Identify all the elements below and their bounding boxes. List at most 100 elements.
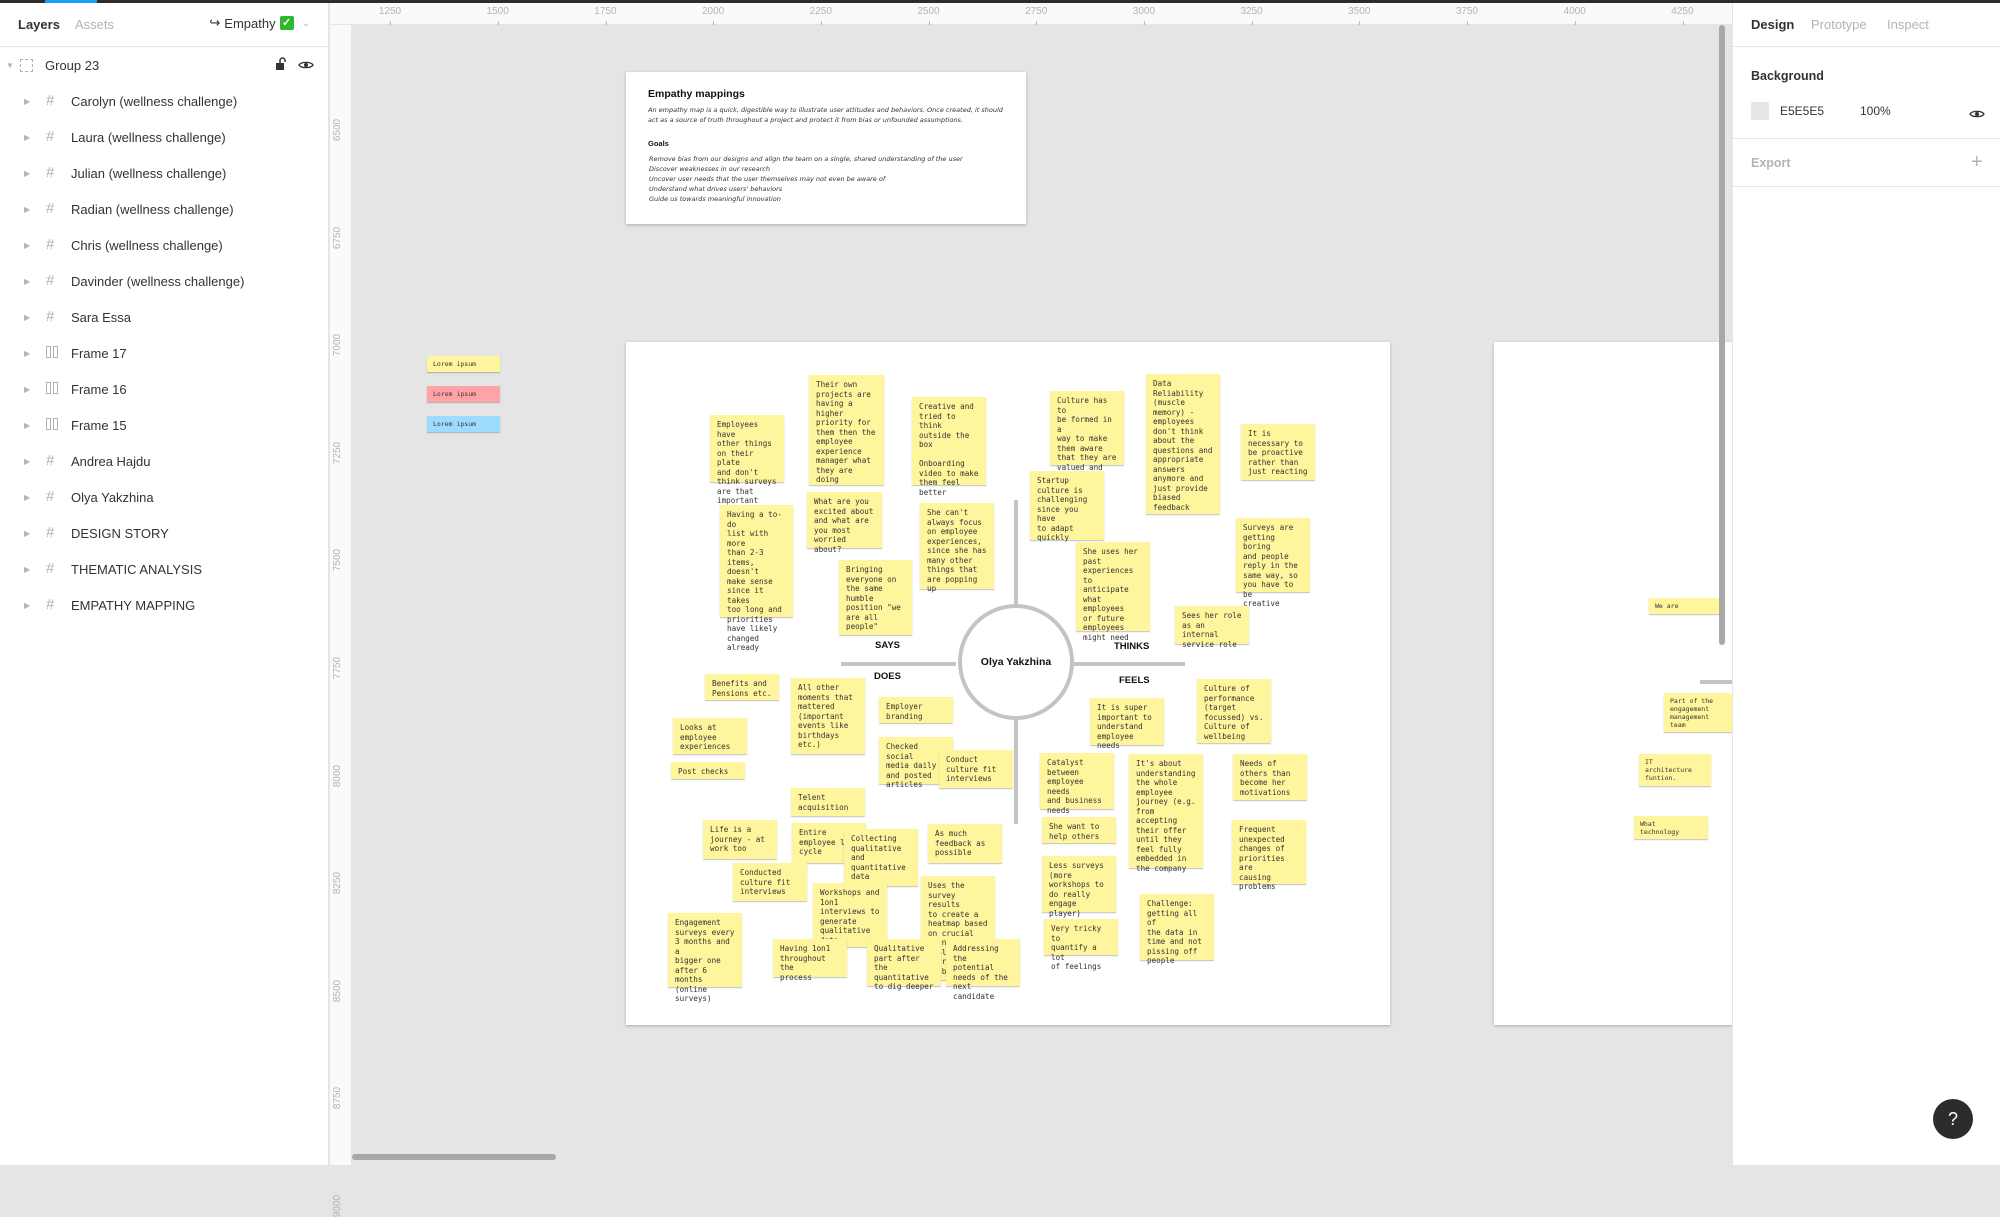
caret-right-icon[interactable]: ▶ bbox=[24, 457, 30, 466]
sticky-note[interactable]: Employer branding bbox=[879, 697, 953, 723]
layer-row[interactable]: ▶ # DESIGN STORY bbox=[0, 515, 328, 551]
unlock-icon[interactable] bbox=[276, 57, 288, 73]
layer-row[interactable]: ▶ # Chris (wellness challenge) bbox=[0, 227, 328, 263]
eye-icon[interactable] bbox=[1969, 106, 1985, 124]
sticky-note[interactable]: All other moments that mattered (importa… bbox=[791, 678, 865, 754]
sticky-note[interactable]: Startup culture is challenging since you… bbox=[1030, 471, 1104, 542]
sticky-note[interactable]: Conduct culture fit interviews bbox=[939, 750, 1013, 788]
caret-right-icon[interactable]: ▶ bbox=[24, 205, 30, 214]
sticky-note[interactable]: She can't always focus on employee exper… bbox=[920, 503, 994, 593]
background-swatch[interactable] bbox=[1751, 102, 1769, 120]
sticky-note[interactable]: Employees have other things on their pla… bbox=[710, 415, 784, 505]
page-switcher[interactable]: ↪ Empathy ✓ ⌄ bbox=[209, 15, 310, 31]
sticky-note[interactable]: Looks at employee experiences bbox=[673, 718, 747, 754]
caret-right-icon[interactable]: ▶ bbox=[24, 97, 30, 106]
sticky-note[interactable]: Having 1on1 throughout the process bbox=[773, 939, 847, 982]
legend-sticky-yellow[interactable]: Lorem ipsum bbox=[427, 356, 500, 372]
layer-row[interactable]: ▶ # Sara Essa bbox=[0, 299, 328, 335]
sticky-note[interactable]: Telent acquisition bbox=[791, 788, 865, 816]
caret-right-icon[interactable]: ▶ bbox=[24, 349, 30, 358]
layer-row[interactable]: ▶ # Olya Yakzhina bbox=[0, 479, 328, 515]
caret-down-icon[interactable]: ▼ bbox=[6, 61, 14, 70]
vertical-scrollbar[interactable] bbox=[1719, 25, 1725, 645]
sticky-note[interactable]: It is necessary to be proactive rather t… bbox=[1241, 424, 1315, 480]
sticky-note[interactable]: She want to help others bbox=[1042, 817, 1116, 843]
background-hex-input[interactable]: E5E5E5 bbox=[1780, 104, 1824, 118]
sticky-note[interactable]: Data Reliability (muscle memory) - emplo… bbox=[1146, 374, 1220, 514]
help-button[interactable]: ? bbox=[1933, 1099, 1973, 1139]
layer-row[interactable]: ▶ Frame 15 bbox=[0, 407, 328, 443]
tab-layers[interactable]: Layers bbox=[18, 17, 60, 32]
caret-right-icon[interactable]: ▶ bbox=[24, 529, 30, 538]
sticky-note[interactable]: Post checks bbox=[671, 762, 745, 779]
sticky-note[interactable]: Engagement surveys every 3 months and a … bbox=[668, 913, 742, 1003]
sticky-note[interactable]: Challenge: getting all of the data in ti… bbox=[1140, 894, 1214, 965]
sticky-note[interactable]: Culture has to be formed in a way to mak… bbox=[1050, 391, 1124, 491]
intro-card[interactable]: Empathy mappings An empathy map is a qui… bbox=[626, 72, 1026, 224]
legend-sticky-blue[interactable]: Lorem ipsum bbox=[427, 416, 500, 432]
layer-row[interactable]: ▶ Frame 16 bbox=[0, 371, 328, 407]
caret-right-icon[interactable]: ▶ bbox=[24, 241, 30, 250]
horizontal-scrollbar[interactable] bbox=[352, 1154, 556, 1160]
sticky-note[interactable]: IT architecture funtion. bbox=[1639, 754, 1711, 786]
layer-row[interactable]: ▶ # Julian (wellness challenge) bbox=[0, 155, 328, 191]
sticky-note[interactable]: She uses her past experiences to anticip… bbox=[1076, 542, 1150, 642]
legend-sticky-red[interactable]: Lorem ipsum bbox=[427, 386, 500, 402]
sticky-note[interactable]: We are bbox=[1649, 598, 1723, 614]
sticky-note[interactable]: Benefits and Pensions etc. bbox=[705, 674, 779, 700]
background-opacity-input[interactable]: 100% bbox=[1860, 104, 1891, 118]
plus-icon[interactable]: + bbox=[1971, 151, 1983, 174]
caret-right-icon[interactable]: ▶ bbox=[24, 421, 30, 430]
sticky-note[interactable]: It's about understanding the whole emplo… bbox=[1129, 754, 1203, 873]
sticky-note[interactable]: What technology bbox=[1634, 816, 1708, 839]
export-heading[interactable]: Export bbox=[1751, 156, 1791, 170]
sticky-note[interactable]: It is super important to understand empl… bbox=[1090, 698, 1164, 750]
empathy-map-frame[interactable]: Olya Yakzhina SAYS DOES THINKS FEELS Emp… bbox=[626, 342, 1390, 1025]
sticky-note[interactable]: Surveys are getting boring and people re… bbox=[1236, 518, 1310, 608]
caret-right-icon[interactable]: ▶ bbox=[24, 133, 30, 142]
layer-row[interactable]: ▶ # Andrea Hajdu bbox=[0, 443, 328, 479]
sticky-note[interactable]: Part of the engagement management team bbox=[1664, 693, 1732, 732]
layer-row[interactable]: ▶ # EMPATHY MAPPING bbox=[0, 587, 328, 623]
layer-row[interactable]: ▶ # Davinder (wellness challenge) bbox=[0, 263, 328, 299]
layer-row[interactable]: ▶ # Laura (wellness challenge) bbox=[0, 119, 328, 155]
layer-row[interactable]: ▶ # THEMATIC ANALYSIS bbox=[0, 551, 328, 587]
caret-right-icon[interactable]: ▶ bbox=[24, 493, 30, 502]
caret-right-icon[interactable]: ▶ bbox=[24, 277, 30, 286]
caret-right-icon[interactable]: ▶ bbox=[24, 601, 30, 610]
sticky-note[interactable]: As much feedback as possible bbox=[928, 824, 1002, 863]
sticky-note[interactable]: Frequent unexpected changes of prioritie… bbox=[1232, 820, 1306, 891]
sticky-note[interactable]: Workshops and 1on1 interviews to generat… bbox=[813, 883, 887, 947]
sticky-note[interactable]: Culture of performance (target focussed)… bbox=[1197, 679, 1271, 743]
canvas[interactable]: Empathy mappings An empathy map is a qui… bbox=[352, 25, 1732, 1165]
sticky-note[interactable]: Qualitative part after the quantitative … bbox=[867, 939, 941, 991]
sticky-note[interactable]: Addressing the potential needs of the ne… bbox=[946, 939, 1020, 1001]
tab-assets[interactable]: Assets bbox=[75, 17, 114, 32]
eye-icon[interactable] bbox=[298, 58, 314, 73]
sticky-note[interactable]: Life is a journey - at work too bbox=[703, 820, 777, 859]
caret-right-icon[interactable]: ▶ bbox=[24, 565, 30, 574]
caret-right-icon[interactable]: ▶ bbox=[24, 385, 30, 394]
layer-row[interactable]: ▶ Frame 17 bbox=[0, 335, 328, 371]
sticky-note[interactable]: Less surveys (more workshops to do reall… bbox=[1042, 856, 1116, 918]
tab-prototype[interactable]: Prototype bbox=[1811, 17, 1867, 32]
sticky-note[interactable]: Conducted culture fit interviews bbox=[733, 863, 807, 901]
sticky-note[interactable]: Catalyst between employee needs and busi… bbox=[1040, 753, 1114, 815]
sticky-note[interactable]: Bringing everyone on the same humble pos… bbox=[839, 560, 912, 635]
sticky-note[interactable]: Collecting qualitative and quantitative … bbox=[844, 829, 918, 886]
layer-group-23[interactable]: ▼ Group 23 bbox=[0, 47, 328, 83]
sticky-note[interactable]: Very tricky to quantify a lot of feeling… bbox=[1044, 919, 1118, 971]
caret-right-icon[interactable]: ▶ bbox=[24, 169, 30, 178]
tab-inspect[interactable]: Inspect bbox=[1887, 17, 1929, 32]
layer-row[interactable]: ▶ # Carolyn (wellness challenge) bbox=[0, 83, 328, 119]
next-frame[interactable]: We are Part of the engagement management… bbox=[1494, 342, 1732, 1025]
sticky-note[interactable]: Their own projects are having a higher p… bbox=[809, 375, 884, 485]
sticky-note[interactable]: Having a to-do list with more than 2-3 i… bbox=[720, 505, 793, 652]
sticky-note[interactable]: What are you excited about and what are … bbox=[807, 492, 882, 554]
sticky-note[interactable]: Needs of others than become her motivati… bbox=[1233, 754, 1307, 800]
sticky-note[interactable]: Creative and tried to think outside the … bbox=[912, 397, 986, 497]
tab-design[interactable]: Design bbox=[1751, 17, 1794, 32]
sticky-note[interactable]: Sees her role as an internal service rol… bbox=[1175, 606, 1249, 649]
layer-row[interactable]: ▶ # Radian (wellness challenge) bbox=[0, 191, 328, 227]
caret-right-icon[interactable]: ▶ bbox=[24, 313, 30, 322]
